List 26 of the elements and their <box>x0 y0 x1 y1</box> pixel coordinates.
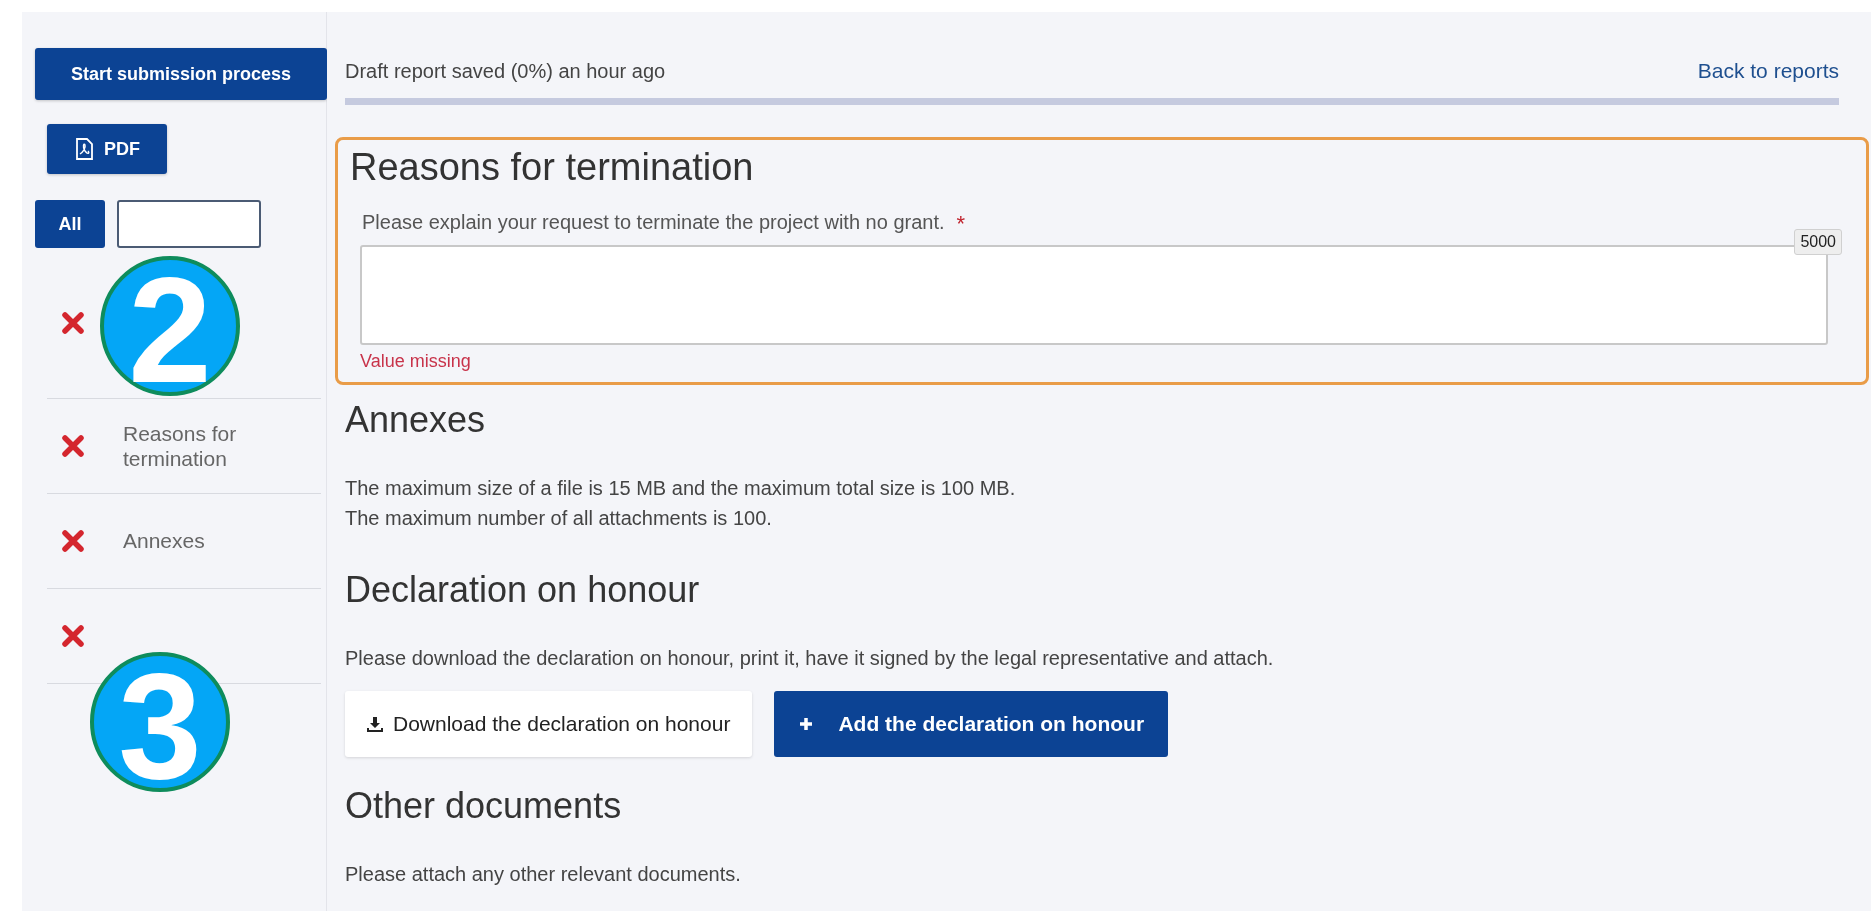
info-text: The maximum number of all attachments is 100. <box>345 506 773 531</box>
draft-status-text: Draft report saved (0%) an hour ago <box>345 59 666 83</box>
section-heading: Other documents <box>345 785 623 827</box>
filter-button[interactable] <box>117 200 261 248</box>
info-text: Please attach any other relevant documents. <box>345 862 742 887</box>
back-to-reports-link[interactable]: Back to reports <box>1697 59 1839 84</box>
download-icon <box>367 716 383 732</box>
pdf-button[interactable]: PDF <box>47 124 167 174</box>
section-nav-link[interactable]: Annexes <box>123 528 273 554</box>
instruction-text: Please download the declaration on honour, print it, have it signed by the legal representative and attach. <box>345 646 1275 671</box>
section-heading: Annexes <box>345 399 487 441</box>
filter-button[interactable]: All <box>35 200 105 248</box>
character-limit-badge: 5000 <box>1794 229 1842 255</box>
question-label: Please explain your request to terminate the project with no grant. <box>362 211 945 235</box>
download-declaration-button[interactable]: Download the declaration on honour <box>345 691 753 757</box>
pdf-file-icon <box>74 138 94 160</box>
info-text: The maximum size of a file is 15 MB and the maximum total size is 100 MB. <box>345 476 1017 501</box>
section-heading: Declaration on honour <box>345 569 701 611</box>
required-mark: * <box>956 211 966 237</box>
start-submission-button[interactable]: Start submission process <box>35 48 327 100</box>
validation-error: Value missing <box>360 351 472 372</box>
section-heading: Reasons for termination <box>350 146 755 189</box>
section-nav-link[interactable]: Reasons for termination <box>123 420 273 472</box>
add-declaration-button[interactable]: Add the declaration on honour <box>774 691 1169 757</box>
plus-icon <box>798 716 815 732</box>
answer-field[interactable] <box>360 245 1828 345</box>
